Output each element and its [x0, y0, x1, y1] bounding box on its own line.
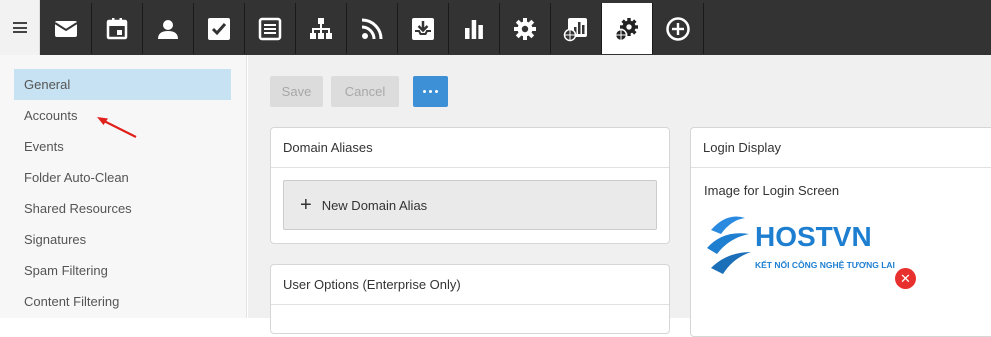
domain-reports-button[interactable]: [551, 3, 602, 54]
rss-icon: [361, 18, 383, 39]
mail-button[interactable]: [41, 3, 92, 54]
ellipsis-dot: [423, 90, 426, 93]
sidebar-item-spam-filtering[interactable]: Spam Filtering: [14, 255, 231, 286]
ellipsis-dot: [435, 90, 438, 93]
inbox-download-icon: [412, 17, 434, 40]
top-toolbar: [0, 0, 991, 55]
login-logo-image: HOSTVN KẾT NỐI CÔNG NGHỆ TƯƠNG LAI: [705, 208, 905, 288]
domain-reports-icon: [563, 17, 587, 41]
bar-chart-icon: [465, 19, 483, 39]
sidebar-item-shared-resources[interactable]: Shared Resources: [14, 193, 231, 224]
settings-button[interactable]: [500, 3, 551, 54]
sidebar-item-content-filtering[interactable]: Content Filtering: [14, 286, 231, 317]
logo-wordmark: HOSTVN: [755, 221, 872, 252]
new-domain-alias-label: New Domain Alias: [321, 197, 428, 213]
user-options-card: User Options (Enterprise Only): [270, 264, 670, 334]
more-options-button[interactable]: [413, 76, 448, 107]
notes-icon: [258, 17, 282, 40]
tasks-icon: [208, 17, 230, 40]
contacts-button[interactable]: [143, 3, 194, 54]
reports-button[interactable]: [449, 3, 500, 54]
sitemap-icon: [310, 17, 332, 39]
inbox-download-button[interactable]: [398, 3, 449, 54]
annotation-arrow-icon: [97, 117, 137, 138]
user-options-title: User Options (Enterprise Only): [271, 265, 669, 305]
ellipsis-dot: [429, 90, 432, 93]
domain-aliases-title: Domain Aliases: [271, 128, 669, 168]
hamburger-icon: [12, 22, 27, 33]
new-domain-alias-button[interactable]: + New Domain Alias: [283, 180, 657, 230]
login-display-card: Login Display Image for Login Screen HOS…: [690, 127, 991, 337]
sidebar-item-signatures[interactable]: Signatures: [14, 224, 231, 255]
cancel-button[interactable]: Cancel: [331, 76, 399, 107]
sidebar-item-folder-auto-clean[interactable]: Folder Auto-Clean: [14, 162, 231, 193]
logo-tagline: KẾT NỐI CÔNG NGHỆ TƯƠNG LAI: [755, 259, 895, 270]
rss-button[interactable]: [347, 3, 398, 54]
mail-icon: [54, 20, 78, 37]
hostvn-logo-icon: HOSTVN KẾT NỐI CÔNG NGHỆ TƯƠNG LAI: [707, 216, 895, 274]
add-button[interactable]: [653, 3, 704, 54]
main-content: Save Cancel Domain Aliases + New Domain …: [248, 55, 991, 337]
login-image-label: Image for Login Screen: [704, 183, 840, 198]
tasks-button[interactable]: [194, 3, 245, 54]
calendar-button[interactable]: [92, 3, 143, 54]
close-icon: ✕: [900, 271, 911, 286]
save-button[interactable]: Save: [270, 76, 323, 107]
domain-settings-button[interactable]: [602, 3, 653, 54]
login-display-title: Login Display: [691, 128, 991, 168]
add-circle-icon: [666, 16, 690, 41]
contacts-icon: [158, 19, 178, 39]
sidebar-item-general[interactable]: General: [14, 69, 231, 100]
calendar-icon: [106, 17, 128, 39]
settings-sidebar: General Accounts Events Folder Auto-Clea…: [0, 55, 247, 318]
sitemap-button[interactable]: [296, 3, 347, 54]
settings-icon: [514, 17, 536, 40]
remove-image-button[interactable]: ✕: [895, 268, 916, 289]
domain-settings-icon: [614, 17, 638, 41]
domain-aliases-card: Domain Aliases + New Domain Alias: [270, 127, 670, 244]
notes-button[interactable]: [245, 3, 296, 54]
menu-button[interactable]: [0, 0, 40, 55]
plus-icon: +: [300, 194, 312, 216]
